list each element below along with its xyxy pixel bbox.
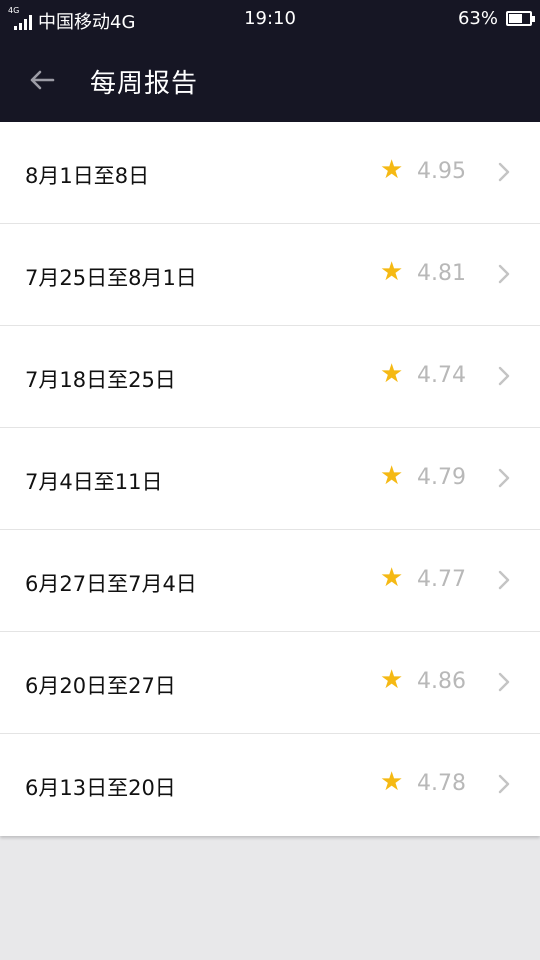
report-score: 4.74: [417, 363, 466, 388]
chevron-right-icon: [498, 162, 510, 182]
app-bar: 每周报告: [0, 38, 540, 122]
report-row[interactable]: 6月27日至7月4日 ★ 4.77: [0, 530, 540, 632]
chevron-right-icon: [498, 570, 510, 590]
arrow-left-icon: [30, 70, 55, 90]
report-row[interactable]: 7月4日至11日 ★ 4.79: [0, 428, 540, 530]
report-date-range: 7月25日至8月1日: [25, 266, 197, 290]
battery-icon: [506, 11, 535, 26]
report-score: 4.81: [417, 261, 466, 286]
report-score: 4.77: [417, 567, 466, 592]
report-date-range: 7月4日至11日: [25, 470, 163, 494]
chevron-right-icon: [498, 468, 510, 488]
report-date-range: 6月20日至27日: [25, 674, 176, 698]
report-date-range: 7月18日至25日: [25, 368, 176, 392]
star-icon: ★: [380, 767, 404, 797]
chevron-right-icon: [498, 366, 510, 386]
report-row[interactable]: 7月25日至8月1日 ★ 4.81: [0, 224, 540, 326]
status-bar: 4G 中国移动4G 19:10 63%: [0, 0, 540, 38]
back-button[interactable]: [20, 60, 64, 100]
page-title: 每周报告: [90, 69, 199, 99]
battery-percent: 63%: [457, 8, 498, 29]
report-row[interactable]: 6月20日至27日 ★ 4.86: [0, 632, 540, 734]
star-icon: ★: [380, 563, 404, 593]
report-date-range: 6月13日至20日: [25, 776, 176, 800]
status-right: 63%: [457, 8, 535, 29]
report-score: 4.95: [417, 159, 466, 184]
star-icon: ★: [380, 359, 404, 389]
chevron-right-icon: [498, 264, 510, 284]
report-score: 4.78: [417, 771, 466, 796]
star-icon: ★: [380, 461, 404, 491]
report-date-range: 6月27日至7月4日: [25, 572, 197, 596]
report-list: 8月1日至8日 ★ 4.95 7月25日至8月1日 ★ 4.81 7月18日至25日 ★ 4.7…: [0, 122, 540, 836]
battery-fill: [509, 14, 522, 23]
chevron-right-icon: [498, 774, 510, 794]
report-score: 4.79: [417, 465, 466, 490]
star-icon: ★: [380, 257, 404, 287]
report-row[interactable]: 7月18日至25日 ★ 4.74: [0, 326, 540, 428]
star-icon: ★: [380, 665, 404, 695]
star-icon: ★: [380, 155, 404, 185]
report-row[interactable]: 8月1日至8日 ★ 4.95: [0, 122, 540, 224]
report-date-range: 8月1日至8日: [25, 164, 150, 188]
chevron-right-icon: [498, 672, 510, 692]
report-score: 4.86: [417, 669, 466, 694]
report-row[interactable]: 6月13日至20日 ★ 4.78: [0, 734, 540, 836]
